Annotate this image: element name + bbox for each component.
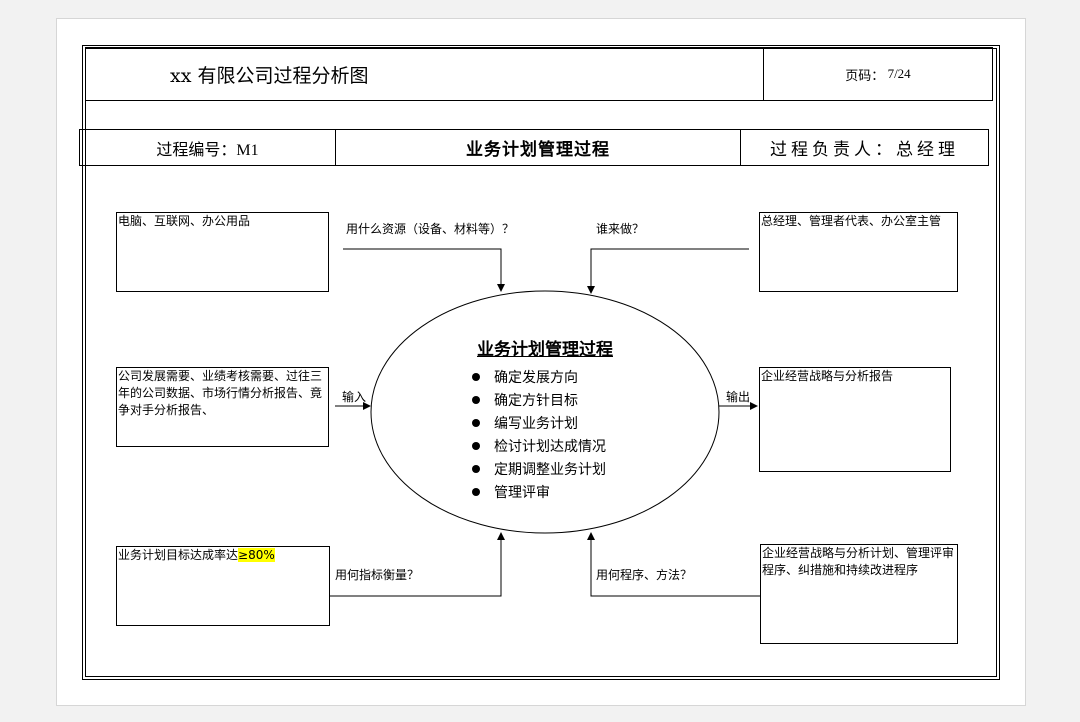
resources-box: 电脑、互联网、办公用品 [116, 212, 329, 292]
process-step: 定期调整业务计划 [472, 459, 606, 482]
method-question: 用何程序、方法？ [596, 568, 693, 582]
who-question: 谁来做？ [596, 222, 645, 236]
resources-question: 用什么资源（设备、材料等）？ [346, 222, 515, 236]
inputs-box: 公司发展需要、业绩考核需要、过往三年的公司数据、市场行情分析报告、竟争对手分析报… [116, 367, 329, 447]
metric-arrow [330, 532, 505, 597]
method-arrow [587, 532, 760, 597]
procedures-box: 企业经营战略与分析计划、管理评审程序、纠措施和持续改进程序 [760, 544, 958, 644]
process-ellipse-title: 业务计划管理过程 [477, 340, 613, 360]
metric-box: 业务计划目标达成率达≥80% [116, 546, 330, 626]
process-step: 确定方针目标 [472, 390, 606, 413]
bullet-icon [472, 373, 480, 381]
people-box: 总经理、管理者代表、办公室主管 [759, 212, 958, 292]
who-arrow [587, 248, 749, 294]
process-step: 检讨计划达成情况 [472, 436, 606, 459]
bullet-icon [472, 465, 480, 473]
bullet-icon [472, 396, 480, 404]
resources-arrow [343, 248, 505, 292]
output-label: 输出 [726, 390, 751, 404]
process-ellipse-content: 业务计划管理过程 确定发展方向 确定方针目标 编写业务计划 检讨计划达成情况 定… [370, 290, 720, 532]
process-step: 编写业务计划 [472, 413, 606, 436]
bullet-icon [472, 442, 480, 450]
process-step: 管理评审 [472, 482, 606, 505]
bullet-icon [472, 488, 480, 496]
process-steps: 确定发展方向 确定方针目标 编写业务计划 检讨计划达成情况 定期调整业务计划 管… [472, 367, 606, 505]
bullet-icon [472, 419, 480, 427]
outputs-box: 企业经营战略与分析报告 [759, 367, 951, 472]
input-label: 输入 [342, 390, 367, 404]
process-step: 确定发展方向 [472, 367, 606, 390]
metric-highlight: ≥80% [238, 548, 275, 562]
metric-text: 业务计划目标达成率达 [118, 548, 239, 562]
metric-question: 用何指标衡量？ [335, 568, 420, 582]
